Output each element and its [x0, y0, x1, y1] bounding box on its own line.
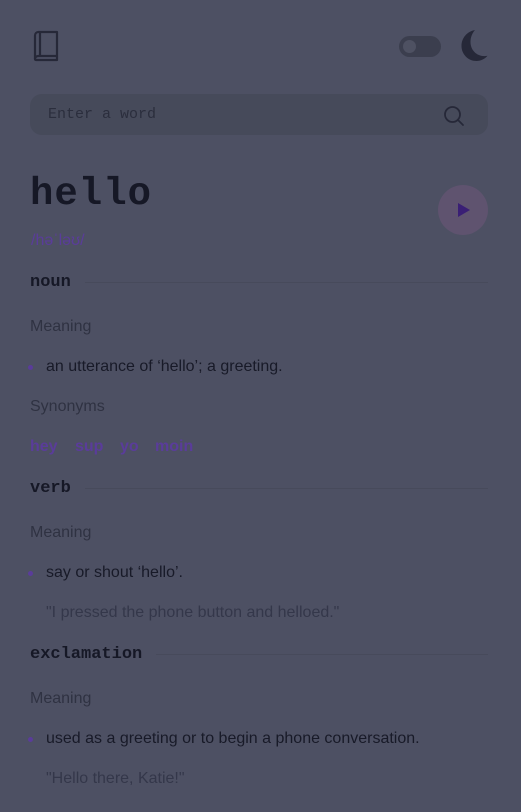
meaning-label: Meaning — [30, 690, 92, 707]
definition-item: say or shout ‘hello’. — [46, 564, 183, 581]
part-of-speech-label: verb — [30, 478, 71, 498]
search-icon[interactable] — [443, 105, 465, 127]
play-icon — [458, 203, 470, 217]
divider — [84, 281, 488, 283]
word-title: hello — [30, 172, 153, 216]
bullet-icon — [28, 365, 33, 370]
moon-icon[interactable] — [453, 27, 490, 64]
synonym-link[interactable]: hey — [30, 437, 58, 457]
part-of-speech-label: exclamation — [30, 644, 143, 664]
part-of-speech-heading-exclamation: exclamation — [30, 643, 488, 665]
synonyms-label: Synonyms — [30, 398, 105, 415]
meaning-label: Meaning — [30, 318, 92, 335]
divider — [84, 487, 488, 489]
definition-example: "I pressed the phone button and helloed.… — [46, 604, 340, 621]
definition-example: "Hello there, Katie!" — [46, 770, 185, 787]
meaning-label: Meaning — [30, 524, 92, 541]
synonym-link[interactable]: moin — [155, 437, 193, 457]
theme-toggle[interactable] — [399, 36, 441, 57]
part-of-speech-label: noun — [30, 272, 71, 292]
synonym-link[interactable]: yo — [120, 437, 139, 457]
divider — [156, 653, 488, 655]
part-of-speech-heading-verb: verb — [30, 477, 488, 499]
theme-toggle-knob — [403, 40, 416, 53]
phonetic-text: /həˈləʊ/ — [31, 232, 85, 249]
definition-item: used as a greeting or to begin a phone c… — [46, 730, 420, 747]
part-of-speech-heading-noun: noun — [30, 271, 488, 293]
bullet-icon — [28, 737, 33, 742]
synonym-link[interactable]: sup — [75, 437, 103, 457]
definition-item: an utterance of ‘hello’; a greeting. — [46, 358, 283, 375]
play-pronunciation-button[interactable] — [438, 185, 488, 235]
book-icon[interactable] — [31, 30, 61, 62]
search-input[interactable] — [30, 94, 430, 135]
dictionary-page: hello /həˈləʊ/ noun Meaning an utterance… — [0, 0, 521, 812]
search-field[interactable] — [30, 94, 488, 135]
bullet-icon — [28, 571, 33, 576]
